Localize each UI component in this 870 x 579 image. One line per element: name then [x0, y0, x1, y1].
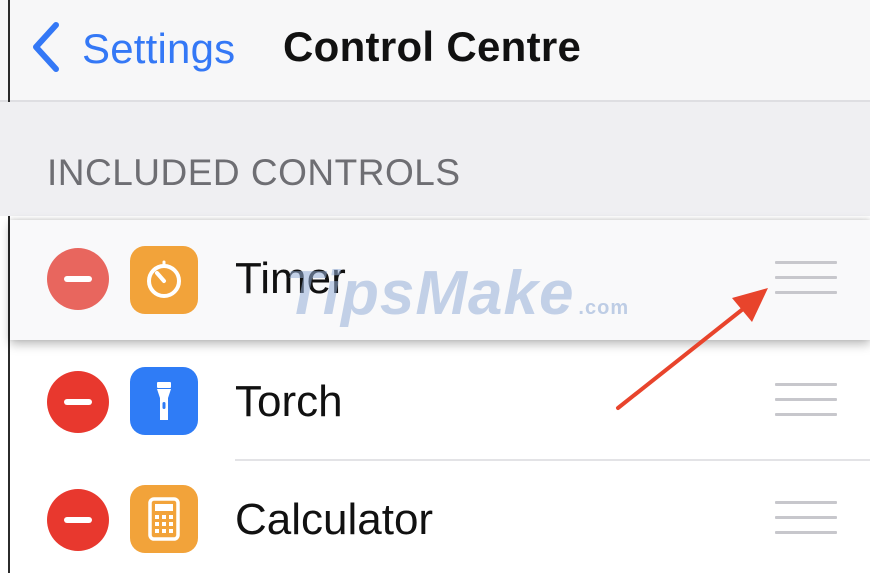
- remove-calculator-button[interactable]: [47, 489, 109, 551]
- control-row-torch[interactable]: Torch: [10, 345, 870, 461]
- reorder-handle-icon[interactable]: [775, 261, 837, 297]
- reorder-handle-icon[interactable]: [775, 501, 837, 537]
- control-label: Timer: [235, 254, 346, 303]
- back-button-label: Settings: [82, 25, 236, 72]
- control-label: Torch: [235, 377, 343, 426]
- control-label: Calculator: [235, 495, 434, 544]
- page-title: Control Centre: [283, 23, 582, 70]
- back-button[interactable]: Settings: [28, 18, 235, 80]
- navigation-bar: Settings Control Centre: [0, 0, 870, 102]
- control-row-calculator[interactable]: Calculator: [10, 463, 870, 579]
- row-divider: [235, 459, 870, 461]
- calculator-icon: [130, 485, 198, 553]
- torch-icon: [130, 367, 198, 435]
- timer-icon: [130, 246, 198, 314]
- remove-timer-button[interactable]: [47, 248, 109, 310]
- reorder-handle-icon[interactable]: [775, 383, 837, 419]
- remove-torch-button[interactable]: [47, 371, 109, 433]
- section-label: INCLUDED CONTROLS: [47, 152, 461, 193]
- chevron-left-icon: [28, 19, 64, 80]
- control-row-timer[interactable]: Timer: [10, 220, 870, 340]
